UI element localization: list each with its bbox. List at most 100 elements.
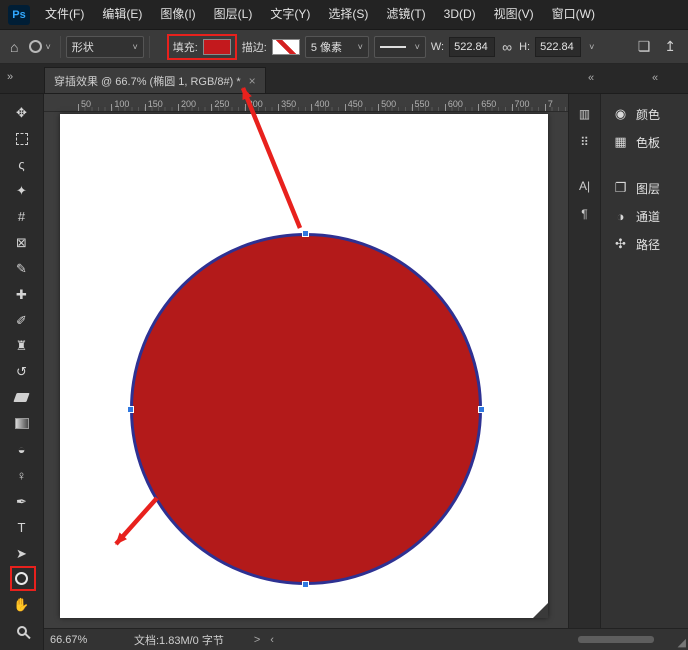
panel-group: ◉颜色▦色板 [601, 100, 688, 156]
export-icon[interactable]: ↥ [662, 38, 678, 55]
photoshop-logo-icon: Ps [8, 5, 30, 25]
document-area: 5010015020025030035040045050055060065070… [44, 94, 568, 628]
stroke-control[interactable]: 描边: [242, 39, 300, 55]
ellipse-tool-icon [15, 572, 28, 585]
brush-tool-icon: ✐ [16, 314, 27, 327]
ruler-tick: 100 [111, 99, 129, 109]
fill-control[interactable]: 填充: [167, 34, 237, 60]
type-tool-icon: T [18, 521, 26, 534]
panel-tab-layers[interactable]: ❐图层 [601, 174, 688, 202]
status-collapse-icon[interactable]: ‹ [270, 634, 274, 646]
move-tool-icon: ✥ [16, 106, 27, 119]
ellipse-tool[interactable] [0, 566, 43, 592]
fill-color-swatch[interactable] [203, 39, 231, 55]
ruler-tick: 350 [278, 99, 296, 109]
panel-tab-color[interactable]: ◉颜色 [601, 100, 688, 128]
blur-tool-icon: ◒ [18, 443, 26, 456]
eyedropper-tool-icon: ✎ [16, 262, 27, 275]
menu-image[interactable]: 图像(I) [151, 0, 204, 29]
dodge-tool[interactable]: ♀ [0, 462, 43, 488]
ruler-tick: 300 [245, 99, 263, 109]
clone-stamp-tool[interactable]: ♜ [0, 333, 43, 359]
pen-tool[interactable]: ✒ [0, 488, 43, 514]
width-input[interactable] [449, 37, 495, 57]
toolbar-collapse-icon[interactable]: » [7, 71, 13, 83]
hand-tool[interactable]: ✋ [0, 592, 43, 618]
menu-layer[interactable]: 图层(L) [205, 0, 262, 29]
resize-grip-icon[interactable]: ◢ [678, 638, 686, 649]
close-icon[interactable]: × [249, 74, 256, 88]
paragraph-panel-icon[interactable]: ¶ [569, 202, 600, 226]
zoom-level[interactable]: 66.67% [50, 634, 94, 646]
collapse-panels-icon[interactable]: « [588, 72, 594, 84]
history-brush-tool[interactable]: ↺ [0, 359, 43, 385]
menu-view[interactable]: 视图(V) [485, 0, 543, 29]
marquee-tool[interactable] [0, 126, 43, 152]
menu-type[interactable]: 文字(Y) [261, 0, 319, 29]
adjustments-panel-icon[interactable]: ⠿ [569, 130, 600, 154]
frame-tool-icon: ⊠ [16, 236, 27, 249]
canvas[interactable] [60, 114, 548, 618]
panel-tab-paths[interactable]: ✣路径 [601, 230, 688, 258]
lasso-tool[interactable]: ς [0, 152, 43, 178]
frame-tool[interactable]: ⊠ [0, 229, 43, 255]
dodge-tool-icon: ♀ [17, 469, 27, 482]
menu-3d[interactable]: 3D(D) [435, 0, 485, 29]
path-operations-icon[interactable]: ❏ [636, 38, 653, 55]
lasso-tool-icon: ς [18, 158, 24, 171]
crop-tool[interactable]: # [0, 204, 43, 230]
status-expand-icon[interactable]: > [254, 634, 260, 646]
tool-preset-dropdown[interactable]: ˅ [25, 38, 54, 55]
menu-select[interactable]: 选择(S) [319, 0, 377, 29]
panel-label: 颜色 [636, 106, 660, 123]
tools-panel: ✥ ς ✦ # ⊠ ✎ ✚ ✐ ♜ ↺ ◒ ♀ ✒ T ➤ ✋ [0, 94, 44, 650]
anchor-right[interactable] [478, 406, 485, 413]
photoshop-window: Ps 文件(F)编辑(E)图像(I)图层(L)文字(Y)选择(S)滤镜(T)3D… [0, 0, 688, 650]
panel-tab-channels[interactable]: ◑通道 [601, 202, 688, 230]
stroke-color-swatch[interactable] [272, 39, 300, 55]
document-tab-bar: » 穿插效果 @ 66.7% (椭圆 1, RGB/8#) * × « « [0, 64, 688, 94]
ellipse-shape[interactable] [130, 233, 482, 585]
anchor-bottom[interactable] [302, 581, 309, 588]
chevron-down-icon: ˅ [589, 42, 594, 52]
menu-window[interactable]: 窗口(W) [543, 0, 604, 29]
stroke-style-select[interactable]: ˅ [374, 36, 426, 58]
move-tool[interactable]: ✥ [0, 100, 43, 126]
quick-selection-tool[interactable]: ✦ [0, 178, 43, 204]
gradient-tool[interactable] [0, 411, 43, 437]
menu-filter[interactable]: 滤镜(T) [377, 0, 434, 29]
panel-tab-swatches[interactable]: ▦色板 [601, 128, 688, 156]
type-tool[interactable]: T [0, 514, 43, 540]
menu-file[interactable]: 文件(F) [36, 0, 93, 29]
brush-tool[interactable]: ✐ [0, 307, 43, 333]
character-panel-icon[interactable]: A| [569, 174, 600, 198]
height-input[interactable] [535, 37, 581, 57]
anchor-top[interactable] [302, 230, 309, 237]
eraser-tool[interactable] [0, 385, 43, 411]
tool-mode-select[interactable]: 形状 ˅ [66, 36, 144, 58]
history-brush-tool-icon: ↺ [16, 365, 27, 378]
ruler-tick: 250 [211, 99, 229, 109]
blur-tool[interactable]: ◒ [0, 437, 43, 463]
eyedropper-tool[interactable]: ✎ [0, 255, 43, 281]
path-selection-tool[interactable]: ➤ [0, 540, 43, 566]
panel-label: 路径 [636, 236, 660, 253]
status-bar: 66.67% 文档:1.83M/0 字节 > ‹ ◢ [44, 628, 688, 650]
horizontal-scrollbar[interactable] [578, 636, 654, 643]
workspace: ✥ς✦#⊠✎✚✐♜↺◒♀✒T➤✋ 50100150200250300350400… [0, 94, 688, 650]
ruler-tick: 7 [545, 99, 553, 109]
document-tab[interactable]: 穿插效果 @ 66.7% (椭圆 1, RGB/8#) * × [44, 67, 266, 93]
link-dimensions-icon[interactable]: ∞ [500, 39, 514, 55]
home-icon[interactable]: ⌂ [8, 39, 20, 55]
zoom-tool[interactable] [0, 618, 43, 644]
menu-edit[interactable]: 编辑(E) [93, 0, 151, 29]
anchor-left[interactable] [127, 406, 134, 413]
divider [149, 36, 150, 58]
healing-brush-tool[interactable]: ✚ [0, 281, 43, 307]
collapse-dock-icon[interactable]: « [652, 72, 658, 84]
histogram-panel-icon[interactable]: ▥ [569, 102, 600, 126]
marquee-tool-icon [16, 133, 28, 145]
quick-selection-tool-icon: ✦ [16, 184, 27, 197]
stroke-width-select[interactable]: 5 像素 ˅ [305, 36, 369, 58]
ruler-tick: 500 [378, 99, 396, 109]
